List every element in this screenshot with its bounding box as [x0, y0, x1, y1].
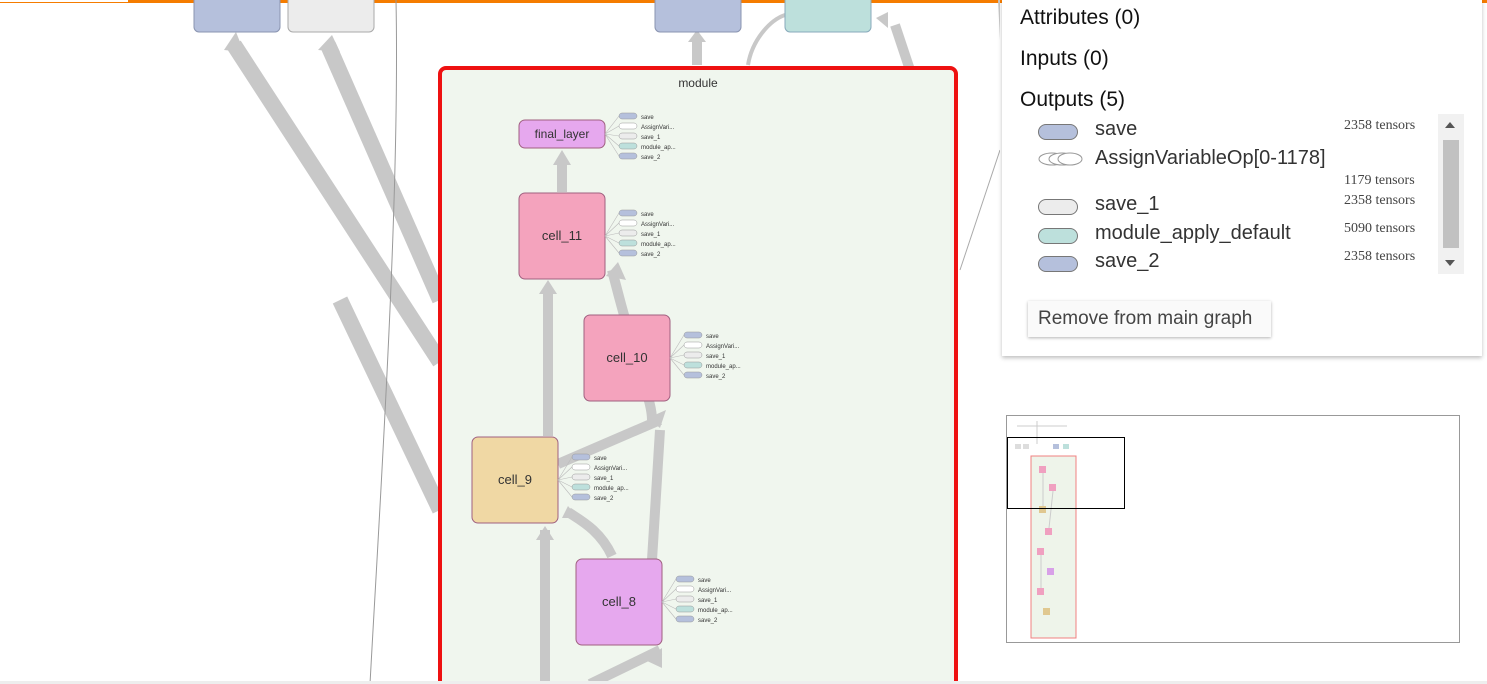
output-stub-label: save — [698, 578, 711, 584]
output-stub-label: AssignVari... — [706, 344, 740, 350]
node-label: cell_9 — [498, 472, 532, 487]
output-stub-label: save_1 — [641, 135, 661, 141]
output-stub-pill[interactable] — [618, 142, 638, 150]
output-count: 2358 tensors — [1344, 193, 1416, 208]
output-stub-label: AssignVari... — [698, 588, 732, 594]
output-stub-pill[interactable] — [683, 371, 703, 379]
output-count: 2358 tensors — [1344, 249, 1416, 264]
output-stub-label: save_2 — [698, 618, 718, 624]
output-stub-label: module_ap... — [698, 608, 733, 614]
output-stub-pill[interactable] — [618, 152, 638, 160]
output-count: 2358 tensors — [1344, 118, 1416, 133]
output-stub-label: AssignVari... — [641, 222, 675, 228]
output-stub-label: save — [641, 115, 654, 121]
node-label: cell_8 — [602, 594, 636, 609]
output-stub-pill[interactable] — [618, 122, 638, 130]
scroll-up-icon[interactable] — [1445, 122, 1455, 128]
output-stub-label: save_2 — [594, 496, 614, 502]
top-node-save-2[interactable] — [654, 0, 742, 33]
output-stub-pill[interactable] — [618, 249, 638, 257]
output-name: AssignVariableOp[0-1178] — [1095, 147, 1326, 169]
output-stub-pill[interactable] — [571, 463, 591, 471]
output-stub-label: module_ap... — [706, 364, 741, 370]
output-stub-pill[interactable] — [571, 493, 591, 501]
output-stub-pill[interactable] — [618, 229, 638, 237]
output-stub-pill[interactable] — [618, 209, 638, 217]
output-stub-label: save_1 — [594, 476, 614, 482]
output-stub-label: module_ap... — [594, 486, 629, 492]
output-stub-label: save_2 — [641, 155, 661, 161]
output-stub-label: save_2 — [706, 374, 726, 380]
output-stub-pill[interactable] — [683, 361, 703, 369]
output-count: 1179 tensors — [1344, 173, 1415, 188]
minimap-viewport[interactable] — [1007, 437, 1125, 509]
output-stub-pill[interactable] — [618, 219, 638, 227]
output-stub-label: module_ap... — [641, 242, 676, 248]
output-stub-label: save_1 — [706, 354, 726, 360]
output-stub-label: save — [641, 212, 654, 218]
series-ellipses-icon — [1038, 152, 1083, 166]
output-stub-pill[interactable] — [571, 453, 591, 461]
top-node-module-apply[interactable] — [784, 0, 872, 33]
output-stub-label: save_1 — [698, 598, 718, 604]
module-label: module — [678, 76, 718, 90]
output-stub-pill[interactable] — [675, 595, 695, 603]
output-stub-pill[interactable] — [683, 331, 703, 339]
node-label: cell_11 — [542, 228, 582, 243]
output-stub-pill[interactable] — [618, 239, 638, 247]
node-label: final_layer — [535, 127, 590, 141]
output-stub-pill[interactable] — [571, 483, 591, 491]
tensor-pill-icon — [1038, 199, 1078, 215]
output-stub-label: save_1 — [641, 232, 661, 238]
minimap[interactable] — [1006, 415, 1460, 643]
top-node-save[interactable] — [193, 0, 281, 33]
output-stub-pill[interactable] — [683, 341, 703, 349]
output-stub-pill[interactable] — [683, 351, 703, 359]
output-stub-pill[interactable] — [618, 112, 638, 120]
output-stub-label: save — [706, 334, 719, 340]
output-stub-pill[interactable] — [675, 575, 695, 583]
inputs-heading[interactable]: Inputs (0) — [1020, 47, 1109, 71]
scroll-thumb[interactable] — [1443, 140, 1459, 248]
node-label: cell_10 — [606, 350, 647, 365]
remove-from-main-graph-button[interactable]: Remove from main graph — [1028, 301, 1271, 337]
attributes-heading[interactable]: Attributes (0) — [1020, 6, 1140, 30]
output-stub-pill[interactable] — [675, 585, 695, 593]
output-name: save_1 — [1095, 193, 1160, 215]
graph-canvas[interactable]: module final_layersaveAssignVari...save_… — [0, 0, 1000, 684]
output-stub-label: save — [594, 456, 607, 462]
outputs-heading[interactable]: Outputs (5) — [1020, 88, 1125, 112]
output-name: module_apply_default — [1095, 222, 1291, 244]
output-stub-label: module_ap... — [641, 145, 676, 151]
output-stub-pill[interactable] — [618, 132, 638, 140]
output-name: save — [1095, 118, 1138, 140]
top-node-save-1[interactable] — [287, 0, 375, 33]
output-stub-pill[interactable] — [675, 615, 695, 623]
outputs-scrollbar[interactable] — [1438, 114, 1464, 274]
tensor-pill-icon — [1038, 124, 1078, 140]
output-stub-label: AssignVari... — [594, 466, 628, 472]
output-stub-label: save_2 — [641, 252, 661, 258]
tensor-pill-icon — [1038, 228, 1078, 244]
output-stub-pill[interactable] — [675, 605, 695, 613]
output-name: save_2 — [1095, 250, 1160, 272]
scroll-down-icon[interactable] — [1445, 260, 1455, 266]
output-stub-label: AssignVari... — [641, 125, 675, 131]
output-count: 5090 tensors — [1344, 221, 1416, 236]
tensor-pill-icon — [1038, 256, 1078, 272]
output-stub-pill[interactable] — [571, 473, 591, 481]
